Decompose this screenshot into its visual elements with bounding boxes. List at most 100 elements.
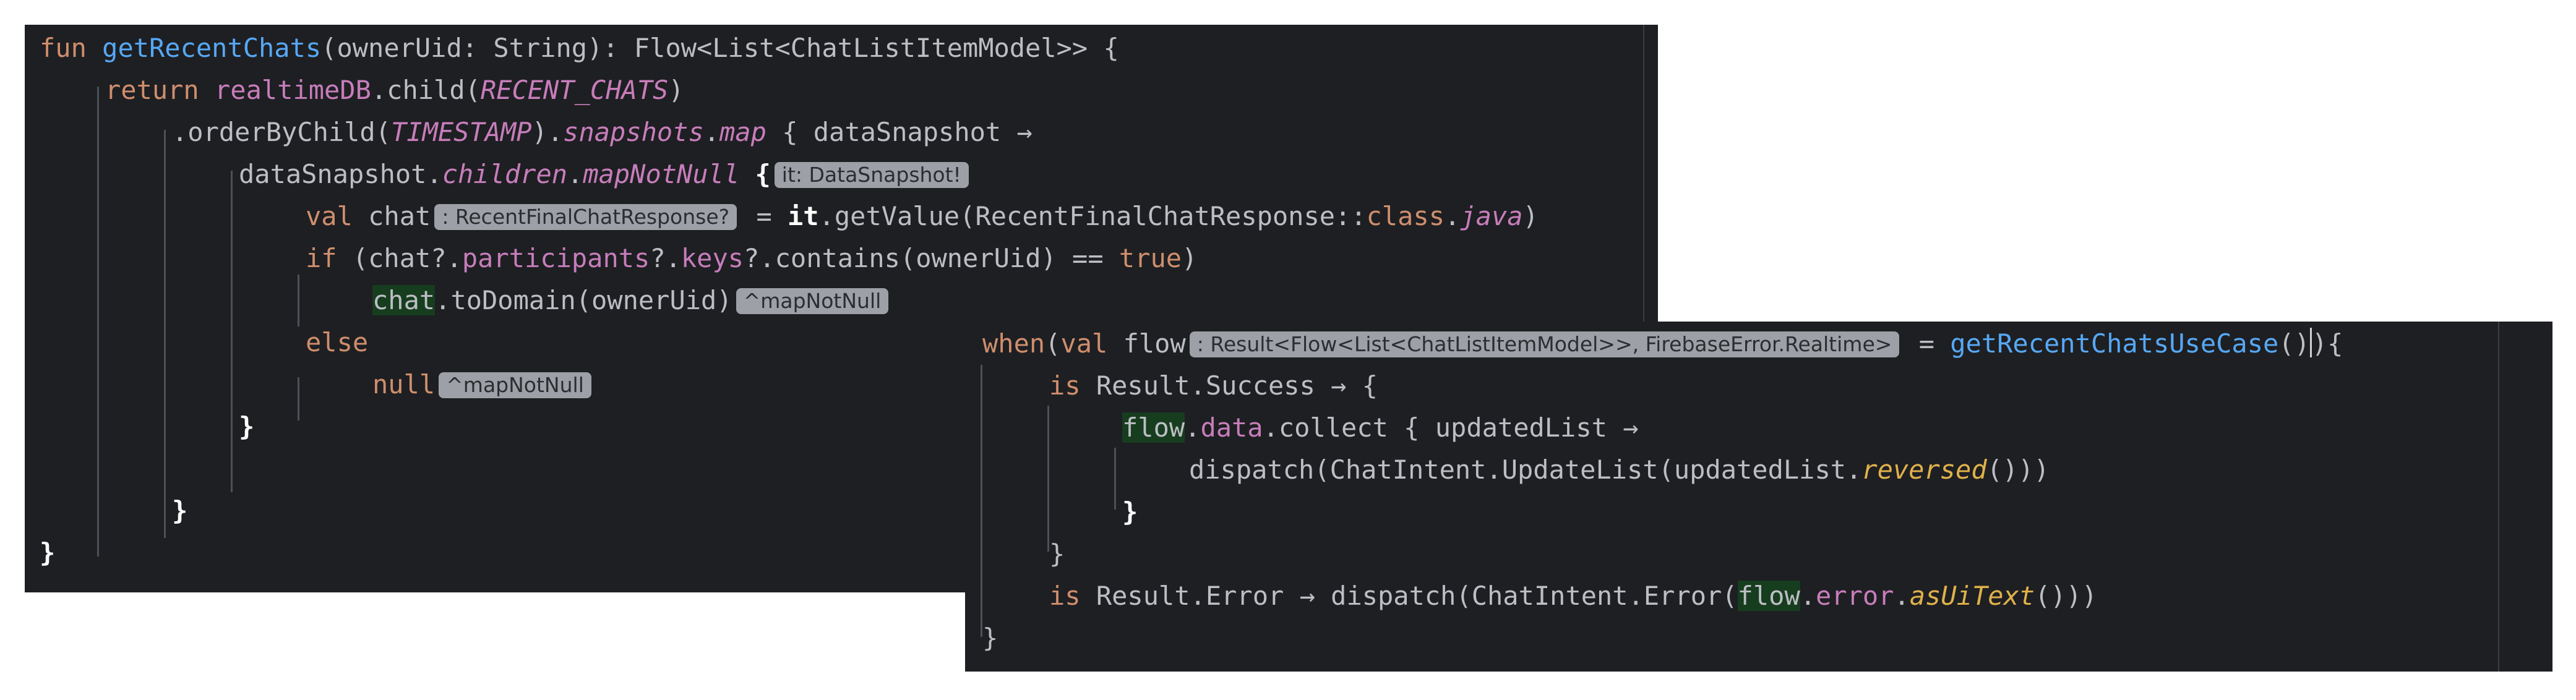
code-line[interactable]: } [25,406,254,448]
keyword: val [306,201,369,231]
keyword: when [982,328,1045,359]
property: keys [680,243,744,273]
code-text: ?. [744,243,775,273]
property: participants [462,243,650,273]
code-text: dataSnapshot. [239,159,442,189]
code-text: ) [668,75,684,105]
code-text: dispatch(ChatIntent.UpdateList(updatedLi… [1189,455,1862,485]
code-text: ( [1045,328,1061,359]
code-text: .getValue(RecentFinalChatResponse:: [818,201,1367,231]
property: realtimeDB [215,75,371,105]
code-text: ){ [2311,328,2343,359]
property: snapshots [563,117,704,147]
variable-highlighted: flow [1122,412,1185,443]
code-text: contains(ownerUid) == [775,243,1119,273]
inlay-return-hint[interactable]: ^mapNotNull [736,288,889,314]
keyword: else [306,327,369,357]
keyword: is [1049,370,1096,401]
keyword: true [1118,243,1182,273]
keyword: it [788,201,819,231]
code-line[interactable]: flow.data.collect { updatedList → [965,407,1638,449]
code-line[interactable]: else [25,322,368,364]
property: java [1460,201,1523,231]
code-line[interactable]: is Result.Success → { [965,365,1378,407]
keyword: val [1060,328,1123,359]
closing-brace: } [1122,497,1138,527]
closing-brace: } [1049,539,1065,569]
code-line[interactable]: is Result.Error → dispatch(ChatIntent.Er… [965,575,2097,617]
property: children [442,159,568,189]
extension-function: mapNotNull [583,159,740,189]
code-text: Result.Error → dispatch(ChatIntent.Error… [1096,581,1738,611]
closing-brace: } [40,537,56,568]
code-text: Result.Success → { [1096,370,1378,401]
extension-function: map [719,117,766,147]
keyword: class [1366,201,1445,231]
code-text: . [567,159,583,189]
code-line[interactable]: } [965,617,998,659]
variable: chat [368,201,431,231]
code-text: ())) [1986,455,2050,485]
code-line[interactable]: return realtimeDB.child(RECENT_CHATS) [25,69,684,111]
code-text: . [1445,201,1461,231]
code-text: () [2278,328,2310,359]
code-text: . [1894,581,1910,611]
inlay-type-hint[interactable]: : Result<Flow<List<ChatListItemModel>>, … [1189,331,1900,357]
code-text: .collect { updatedList → [1263,412,1639,443]
code-text: (ownerUid: String): Flow<List<ChatListIt… [321,33,1119,63]
keyword: null [372,369,436,399]
inlay-type-hint[interactable]: it: DataSnapshot! [774,162,969,188]
code-line[interactable]: if (chat?.participants?.keys?.contains(o… [25,237,1197,280]
code-line[interactable]: dispatch(ChatIntent.UpdateList(updatedLi… [965,449,2050,491]
variable-highlighted: flow [1737,581,1800,611]
keyword: is [1049,581,1096,611]
keyword: fun [40,33,103,63]
variable: flow [1123,328,1186,359]
code-line[interactable]: } [25,532,55,574]
code-line[interactable]: when(val flow: Result<Flow<List<ChatList… [965,323,2343,365]
code-text: ?. [431,243,462,273]
code-text: ?. [650,243,681,273]
code-text: . [1185,412,1201,443]
code-text: ) [1522,201,1539,231]
inlay-return-hint[interactable]: ^mapNotNull [439,372,591,398]
constant: TIMESTAMP [391,117,532,147]
closing-brace: } [982,623,998,653]
code-text: { dataSnapshot → [766,117,1033,147]
code-line[interactable]: fun getRecentChats(ownerUid: String): Fl… [25,27,1119,69]
code-line[interactable]: .orderByChild(TIMESTAMP).snapshots.map {… [25,111,1033,153]
code-text: ())) [2035,581,2098,611]
extension-function: asUiText [1909,581,2035,611]
keyword: return [105,75,215,105]
code-text: ) [1182,243,1198,273]
code-line[interactable]: dataSnapshot.children.mapNotNull {it: Da… [25,153,972,195]
keyword: if [306,243,353,273]
code-line[interactable]: null ^mapNotNull [25,364,595,406]
code-text: . [1800,581,1816,611]
code-text: { [739,159,771,189]
property: data [1200,412,1263,443]
code-text: = [741,201,788,231]
function-name: getRecentChats [102,33,322,63]
code-text: .orderByChild( [172,117,392,147]
code-line[interactable]: val chat: RecentFinalChatResponse? = it.… [25,195,1539,237]
code-editor-panel-when-result: when(val flow: Result<Flow<List<ChatList… [965,322,2552,672]
code-text: .toDomain(ownerUid) [435,285,732,315]
extension-function: reversed [1861,455,1987,485]
code-line[interactable]: } [25,490,187,532]
inlay-type-hint[interactable]: : RecentFinalChatResponse? [434,204,737,230]
closing-brace: } [172,495,188,526]
right-margin-guide [2498,322,2499,672]
code-text: = [1903,328,1951,359]
code-text: .child( [371,75,481,105]
code-line[interactable]: } [965,533,1065,575]
function-name: getRecentChatsUseCase [1950,328,2279,359]
code-line[interactable]: } [965,491,1138,533]
code-text: ). [531,117,564,147]
variable-highlighted: chat [372,285,436,315]
property: error [1816,581,1894,611]
code-line[interactable]: chat.toDomain(ownerUid) ^mapNotNull [25,280,892,322]
code-text: (chat [352,243,431,273]
closing-brace: } [239,411,255,442]
constant: RECENT_CHATS [480,75,669,105]
